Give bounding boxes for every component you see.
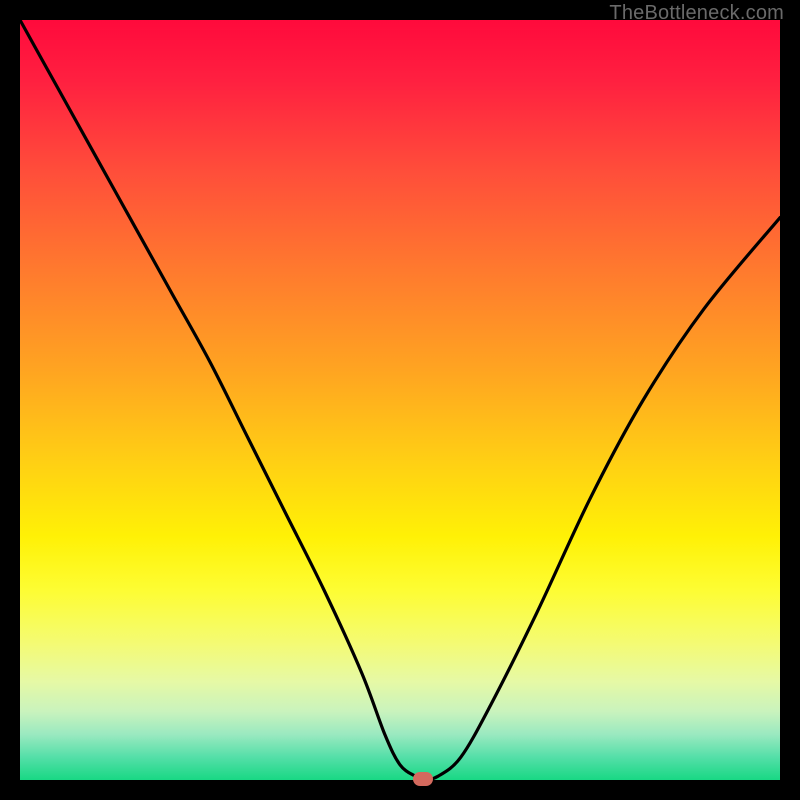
chart-frame bbox=[20, 20, 780, 780]
optimal-point-marker bbox=[413, 772, 433, 786]
bottleneck-curve bbox=[20, 20, 780, 780]
curve-path bbox=[20, 20, 780, 780]
watermark-text: TheBottleneck.com bbox=[609, 2, 784, 25]
